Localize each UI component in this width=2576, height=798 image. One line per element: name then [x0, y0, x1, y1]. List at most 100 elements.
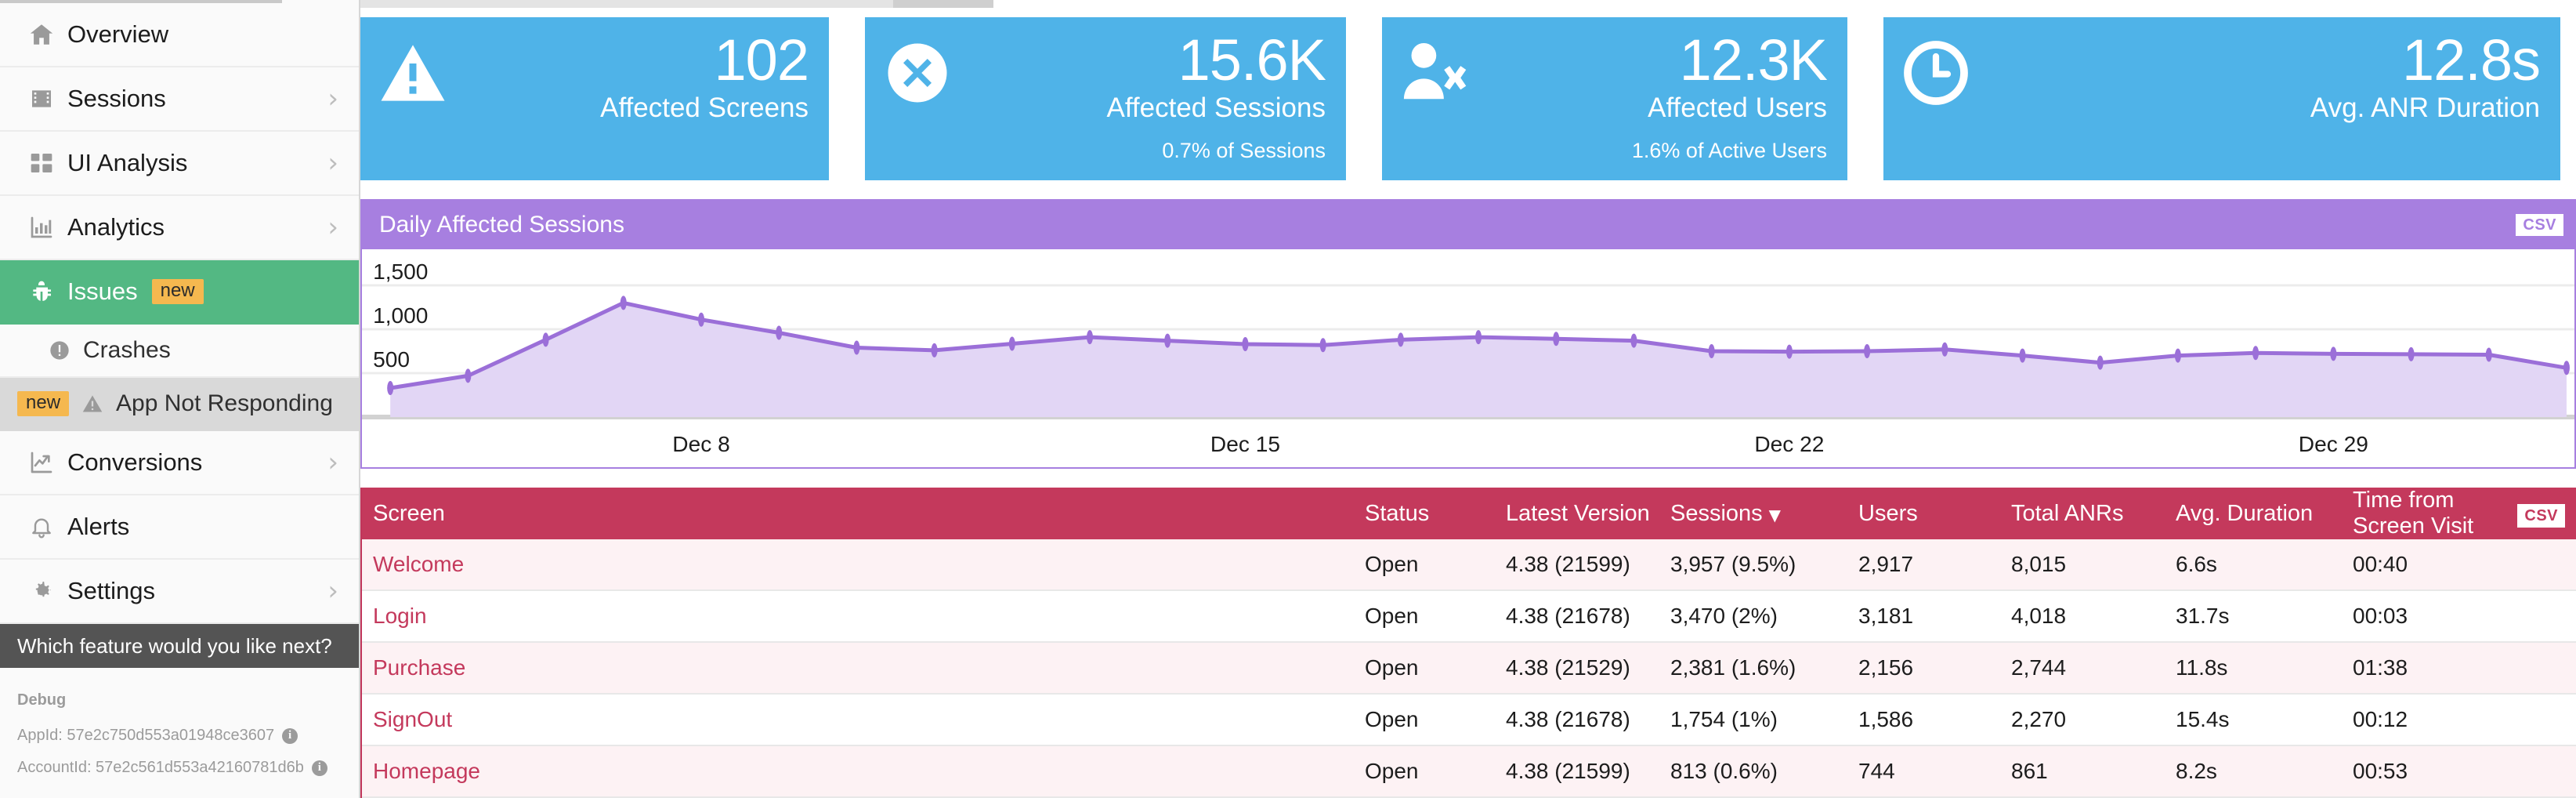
cell-users: 3,181 — [1858, 604, 1914, 628]
kpi-value: 12.3K — [1679, 27, 1828, 92]
debug-app-id: AppId: 57e2c750d553a01948ce3607 i — [17, 727, 359, 745]
cell-screen[interactable]: Login — [362, 604, 1365, 629]
chart-x-tick-label: Dec 29 — [2299, 432, 2368, 456]
cell-sessions: 1,754 (1%) — [1670, 707, 1778, 731]
cell-time: 00:12 — [2353, 707, 2408, 731]
cell-anrs: 861 — [2011, 759, 2048, 783]
column-header-avg-duration[interactable]: Avg. Duration — [2176, 501, 2353, 527]
column-header-sessions-label: Sessions — [1670, 500, 1763, 526]
kpi-card-text: 102 Affected Screens — [600, 31, 809, 122]
debug-account-id: AccountId: 57e2c561d553a42160781d6b i — [17, 759, 359, 777]
column-header-screen[interactable]: Screen — [362, 501, 1365, 527]
column-header-sessions[interactable]: Sessions ▼ — [1670, 501, 1858, 527]
table-header-row: Screen Status Latest Version Sessions ▼ U… — [362, 488, 2576, 539]
cell-status: Open — [1365, 707, 1419, 731]
kpi-card-affected-users[interactable]: 12.3K Affected Users 1.6% of Active User… — [1382, 17, 1847, 180]
clock-icon — [1901, 38, 1971, 112]
cell-status: Open — [1365, 759, 1419, 783]
column-header-time-from-screen-visit[interactable]: Time from Screen Visit — [2353, 488, 2517, 539]
cell-anrs: 4,018 — [2011, 604, 2067, 628]
toolbar-segment-b — [893, 0, 993, 8]
sidebar-item-issues[interactable]: Issues new — [0, 260, 359, 325]
trend-up-icon — [24, 450, 60, 475]
table-body: Welcome Open 4.38 (21599) 3,957 (9.5%) 2,917… — [362, 539, 2576, 798]
home-icon — [24, 21, 60, 48]
kpi-label: Affected Sessions — [1106, 92, 1326, 123]
chart-y-tick-label: 1,000 — [373, 303, 428, 328]
cell-time: 00:03 — [2353, 604, 2408, 628]
chevron-right-icon: › — [327, 83, 338, 114]
kpi-label: Affected Screens — [600, 92, 809, 123]
sidebar-item-conversions[interactable]: Conversions › — [0, 431, 359, 495]
column-header-status[interactable]: Status — [1365, 501, 1506, 527]
column-header-latest-version[interactable]: Latest Version — [1506, 501, 1670, 527]
cell-screen[interactable]: Homepage — [362, 759, 1365, 784]
screens-table: Screen Status Latest Version Sessions ▼ U… — [360, 488, 2576, 798]
sidebar-item-label: Issues — [67, 277, 138, 305]
kpi-sublabel: 1.6% of Active Users — [1631, 139, 1827, 162]
cell-duration: 8.2s — [2176, 759, 2217, 783]
sidebar-item-ui-analysis[interactable]: UI Analysis › — [0, 132, 359, 196]
cell-version: 4.38 (21599) — [1506, 552, 1630, 576]
table-row[interactable]: Login Open 4.38 (21678) 3,470 (2%) 3,181 4,01… — [362, 591, 2576, 643]
table-row[interactable]: Homepage Open 4.38 (21599) 813 (0.6%) 744 861… — [362, 746, 2576, 798]
exclamation-circle-icon — [49, 339, 71, 361]
cell-screen[interactable]: Welcome — [362, 552, 1365, 577]
kpi-card-affected-screens[interactable]: 102 Affected Screens — [360, 17, 829, 180]
kpi-sublabel: 0.7% of Sessions — [1162, 139, 1326, 162]
column-header-users[interactable]: Users — [1858, 501, 2011, 527]
feature-request-prompt[interactable]: Which feature would you like next? — [0, 624, 359, 668]
film-icon — [24, 86, 60, 111]
chart-x-tick-label: Dec 8 — [672, 432, 729, 456]
toolbar-segment-a — [360, 0, 893, 8]
main-content: 102 Affected Screens 15.6K Affected Sess… — [360, 0, 2576, 798]
cell-screen[interactable]: SignOut — [362, 707, 1365, 732]
table-row[interactable]: SignOut Open 4.38 (21678) 1,754 (1%) 1,586 2,… — [362, 695, 2576, 746]
info-icon[interactable]: i — [311, 760, 327, 776]
grid-icon — [24, 151, 60, 176]
cell-users: 744 — [1858, 759, 1895, 783]
sidebar-item-overview[interactable]: Overview — [0, 3, 359, 67]
bell-icon — [24, 514, 60, 539]
sidebar-subitem-crashes[interactable]: Crashes — [0, 325, 359, 378]
cell-users: 2,156 — [1858, 655, 1914, 680]
cell-duration: 6.6s — [2176, 552, 2217, 576]
csv-export-button[interactable]: CSV — [2516, 214, 2563, 236]
info-icon[interactable]: i — [282, 727, 298, 744]
kpi-card-text: 15.6K Affected Sessions 0.7% of Sessions — [1106, 31, 1326, 161]
sidebar-item-analytics[interactable]: Analytics › — [0, 196, 359, 260]
sidebar-item-settings[interactable]: Settings › — [0, 560, 359, 624]
top-toolbar-remnant — [360, 0, 2576, 11]
table-row[interactable]: Purchase Open 4.38 (21529) 2,381 (1.6%) 2,15… — [362, 643, 2576, 695]
sidebar-item-label: Settings — [67, 577, 156, 604]
sidebar-item-label: Alerts — [67, 513, 130, 540]
cell-sessions: 2,381 (1.6%) — [1670, 655, 1796, 680]
column-header-total-anrs[interactable]: Total ANRs — [2011, 501, 2176, 527]
sidebar-item-label: UI Analysis — [67, 149, 188, 176]
panel-body: 500 1,000 1,500 Dec 8 Dec 15 Dec 22 Dec 29 — [362, 249, 2574, 467]
kpi-label: Affected Users — [1648, 92, 1827, 123]
line-chart[interactable]: 500 1,000 1,500 Dec 8 Dec 15 Dec 22 Dec 29 — [362, 249, 2574, 467]
kpi-value: 12.8s — [2401, 27, 2541, 92]
chart-y-axis-labels: 500 1,000 1,500 — [373, 259, 428, 372]
table-row[interactable]: Welcome Open 4.38 (21599) 3,957 (9.5%) 2,917… — [362, 539, 2576, 591]
sidebar-item-sessions[interactable]: Sessions › — [0, 67, 359, 132]
cell-status: Open — [1365, 552, 1419, 576]
kpi-value: 15.6K — [1178, 27, 1326, 92]
cell-time: 00:53 — [2353, 759, 2408, 783]
sidebar-subitem-label: App Not Responding — [116, 390, 333, 416]
warning-triangle-icon — [81, 393, 103, 415]
sidebar-subitem-app-not-responding[interactable]: new App Not Responding — [0, 378, 359, 431]
kpi-card-avg-anr-duration[interactable]: 12.8s Avg. ANR Duration — [1883, 17, 2560, 180]
chart-y-tick-label: 1,500 — [373, 259, 428, 284]
cell-sessions: 813 (0.6%) — [1670, 759, 1778, 783]
kpi-card-affected-sessions[interactable]: 15.6K Affected Sessions 0.7% of Sessions — [865, 17, 1346, 180]
cell-screen[interactable]: Purchase — [362, 655, 1365, 680]
cell-anrs: 2,744 — [2011, 655, 2067, 680]
csv-export-button[interactable]: CSV — [2517, 503, 2565, 528]
bug-icon — [24, 279, 60, 304]
cell-version: 4.38 (21599) — [1506, 759, 1630, 783]
app-root: Overview Sessions › UI Analysis › Analyt… — [0, 0, 2576, 798]
sidebar-item-alerts[interactable]: Alerts — [0, 495, 359, 560]
chart-x-tick-label: Dec 15 — [1210, 432, 1280, 456]
